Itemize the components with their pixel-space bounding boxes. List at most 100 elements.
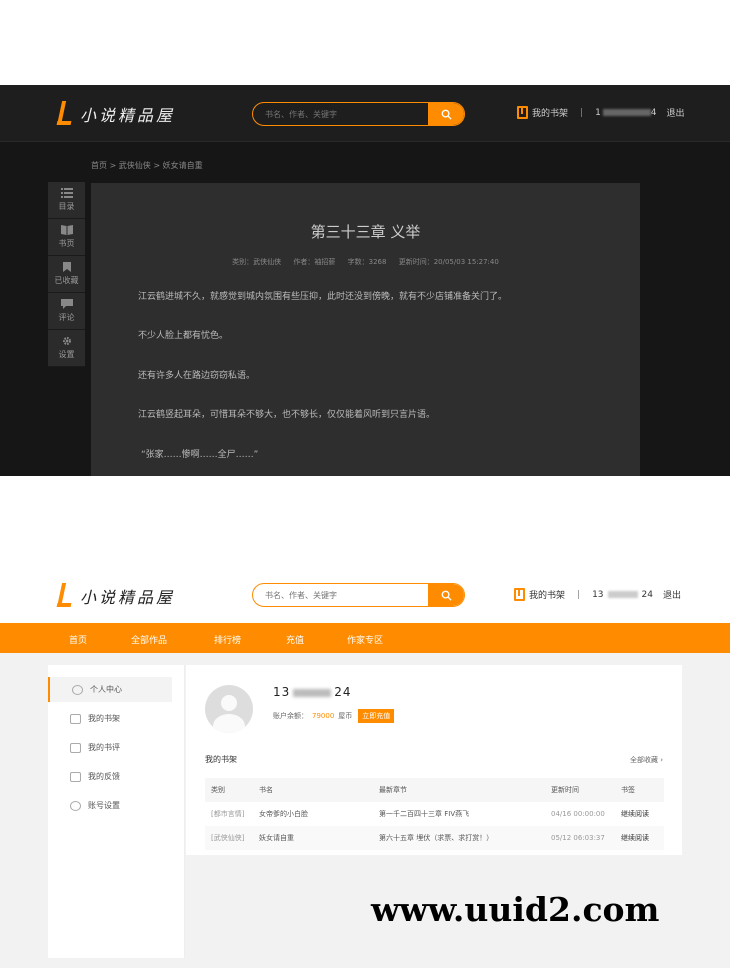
site-logo[interactable]: 小说精品屋 <box>56 101 175 127</box>
shelf-icon <box>70 713 81 724</box>
bookshelf-icon <box>517 106 528 119</box>
tool-book-page[interactable]: 书页 <box>48 219 85 256</box>
site-logo[interactable]: 小说精品屋 <box>56 583 175 609</box>
sidebar-item-label: 我的书评 <box>88 743 120 752</box>
logo-text: 小说精品屋 <box>80 106 176 125</box>
meta-category: 类别：武侠仙侠 <box>232 258 282 266</box>
middle-whitespace <box>0 476 730 566</box>
site-header: 小说精品屋 我的书架 | 13 24 退出 <box>0 566 730 623</box>
redacted-number <box>293 688 332 697</box>
balance-amount: 79000 <box>312 712 335 720</box>
row-updated: 04/16 00:00:00 <box>551 810 605 818</box>
watermark: www.uuid2.com <box>371 890 660 929</box>
user-phone-suffix: 4 <box>650 107 657 118</box>
username-suffix: 24 <box>334 685 352 699</box>
tool-label: 评论 <box>58 313 75 322</box>
nav-author-zone[interactable]: 作家专区 <box>347 633 383 646</box>
search-box <box>252 102 465 126</box>
logout-link[interactable]: 退出 <box>663 588 681 601</box>
user-center-main: 13 24 账户余额： 79000 屋币 立即充值 我的书架 全部收藏 › 类别 … <box>186 665 682 855</box>
sidebar-item-feedback[interactable]: 我的反馈 <box>48 764 172 789</box>
paragraph: “张家……惨啊……全尸……” <box>141 450 259 460</box>
logout-link[interactable]: 退出 <box>667 106 685 119</box>
redacted-number <box>602 108 651 116</box>
row-latest-chapter[interactable]: 第六十五章 埋伏（求票、求打赏！） <box>379 833 551 843</box>
col-updated: 更新时间 <box>551 786 579 794</box>
tool-settings[interactable]: 设置 <box>48 330 85 367</box>
search-input[interactable] <box>253 103 428 125</box>
user-phone[interactable]: 13 24 <box>592 590 653 600</box>
breadcrumb[interactable]: 首页 > 武侠仙侠 > 妖女请自重 <box>91 160 203 171</box>
col-latest-chapter: 最新章节 <box>379 786 407 794</box>
tool-label: 书页 <box>58 239 75 248</box>
col-name: 书名 <box>259 786 273 794</box>
my-bookshelf-link[interactable]: 我的书架 <box>529 588 565 601</box>
mail-icon <box>70 771 81 782</box>
tool-catalog[interactable]: 目录 <box>48 182 85 219</box>
reader-screenshot: 小说精品屋 我的书架 | 14 退出 首页 > 武侠仙侠 > 妖女请自重 目录 … <box>0 85 730 476</box>
user-phone-suffix: 24 <box>641 589 653 600</box>
sidebar-item-profile[interactable]: 个人中心 <box>48 677 172 702</box>
paragraph: 江云鹤进城不久，就感觉到城内氛围有些压抑，此时还没到傍晚，就有不少店铺准备关门了… <box>138 292 508 302</box>
account-balance: 账户余额： 79000 屋币 立即充值 <box>273 709 395 723</box>
tool-label: 设置 <box>58 350 75 359</box>
search-icon <box>441 109 452 120</box>
row-category[interactable]: [都市言情] <box>205 809 259 819</box>
tool-comment[interactable]: 评论 <box>48 293 85 330</box>
logo-l-icon <box>56 583 72 609</box>
row-latest-chapter[interactable]: 第一千二百四十三章 FIV燕飞 <box>379 809 551 819</box>
list-icon <box>60 188 73 198</box>
table-row: [武侠仙侠] 妖女请自重 第六十五章 埋伏（求票、求打赏！） 05/12 06:… <box>205 826 664 850</box>
logo-l-icon <box>56 101 72 127</box>
nav-home[interactable]: 首页 <box>69 633 87 646</box>
all-favorites-link[interactable]: 全部收藏 › <box>630 755 663 765</box>
paragraph: 还有许多人在路边窃窃私语。 <box>138 371 256 381</box>
bookshelf-table: 类别 书名 最新章节 更新时间 书签 [都市言情] 女帝爹的小白脸 第一千二百四… <box>205 778 664 850</box>
top-whitespace <box>0 0 730 85</box>
user-center-sidebar: 个人中心 我的书架 我的书评 我的反馈 账号设置 <box>48 665 185 958</box>
user-phone-prefix: 13 <box>592 589 604 600</box>
search-button[interactable] <box>428 103 464 125</box>
sidebar-item-bookshelf[interactable]: 我的书架 <box>48 706 172 731</box>
meta-author: 作者：袖招薪 <box>293 258 336 266</box>
balance-unit: 屋币 <box>338 712 353 720</box>
avatar[interactable] <box>205 685 253 733</box>
review-icon <box>70 742 81 753</box>
continue-reading-button[interactable]: 继续阅读 <box>621 809 664 819</box>
user-phone-prefix: 1 <box>595 107 601 118</box>
sidebar-item-label: 我的书架 <box>88 714 120 723</box>
reader-toolbar: 目录 书页 已收藏 评论 设置 <box>48 182 85 367</box>
username: 13 24 <box>273 685 352 699</box>
my-bookshelf-link[interactable]: 我的书架 <box>532 106 568 119</box>
row-book-name[interactable]: 妖女请自重 <box>259 833 379 843</box>
continue-reading-button[interactable]: 继续阅读 <box>621 833 664 843</box>
search-icon <box>441 590 452 601</box>
chapter-meta: 类别：武侠仙侠 作者：袖招薪 字数：3268 更新时间：20/05/03 15:… <box>91 257 640 267</box>
divider: | <box>577 589 581 600</box>
row-book-name[interactable]: 女帝爹的小白脸 <box>259 809 379 819</box>
logo-text: 小说精品屋 <box>80 588 176 607</box>
paragraph: 江云鹤竖起耳朵，可惜耳朵不够大，也不够长，仅仅能着风听到只言片语。 <box>138 410 436 420</box>
recharge-button[interactable]: 立即充值 <box>358 709 395 723</box>
meta-words: 字数：3268 <box>347 258 387 266</box>
search-button[interactable] <box>428 584 464 606</box>
redacted-number <box>607 590 638 598</box>
tool-bookmark[interactable]: 已收藏 <box>48 256 85 293</box>
gear-icon <box>62 337 71 345</box>
paragraph: 不少人脸上都有忧色。 <box>138 331 229 341</box>
tool-label: 目录 <box>58 202 75 211</box>
main-nav: 首页 全部作品 排行榜 充值 作家专区 <box>0 623 730 653</box>
bookshelf-icon <box>514 588 525 601</box>
row-updated: 05/12 06:03:37 <box>551 834 605 842</box>
search-input[interactable] <box>253 584 428 606</box>
meta-updated: 更新时间：20/05/03 15:27:40 <box>398 258 499 266</box>
sidebar-item-account-settings[interactable]: 账号设置 <box>48 793 172 818</box>
nav-all-works[interactable]: 全部作品 <box>131 633 167 646</box>
sidebar-item-reviews[interactable]: 我的书评 <box>48 735 172 760</box>
row-category[interactable]: [武侠仙侠] <box>205 833 259 843</box>
user-phone[interactable]: 14 <box>595 108 656 118</box>
bookmark-icon <box>62 262 71 272</box>
nav-rankings[interactable]: 排行榜 <box>214 633 241 646</box>
divider: | <box>580 107 584 118</box>
nav-recharge[interactable]: 充值 <box>286 633 304 646</box>
